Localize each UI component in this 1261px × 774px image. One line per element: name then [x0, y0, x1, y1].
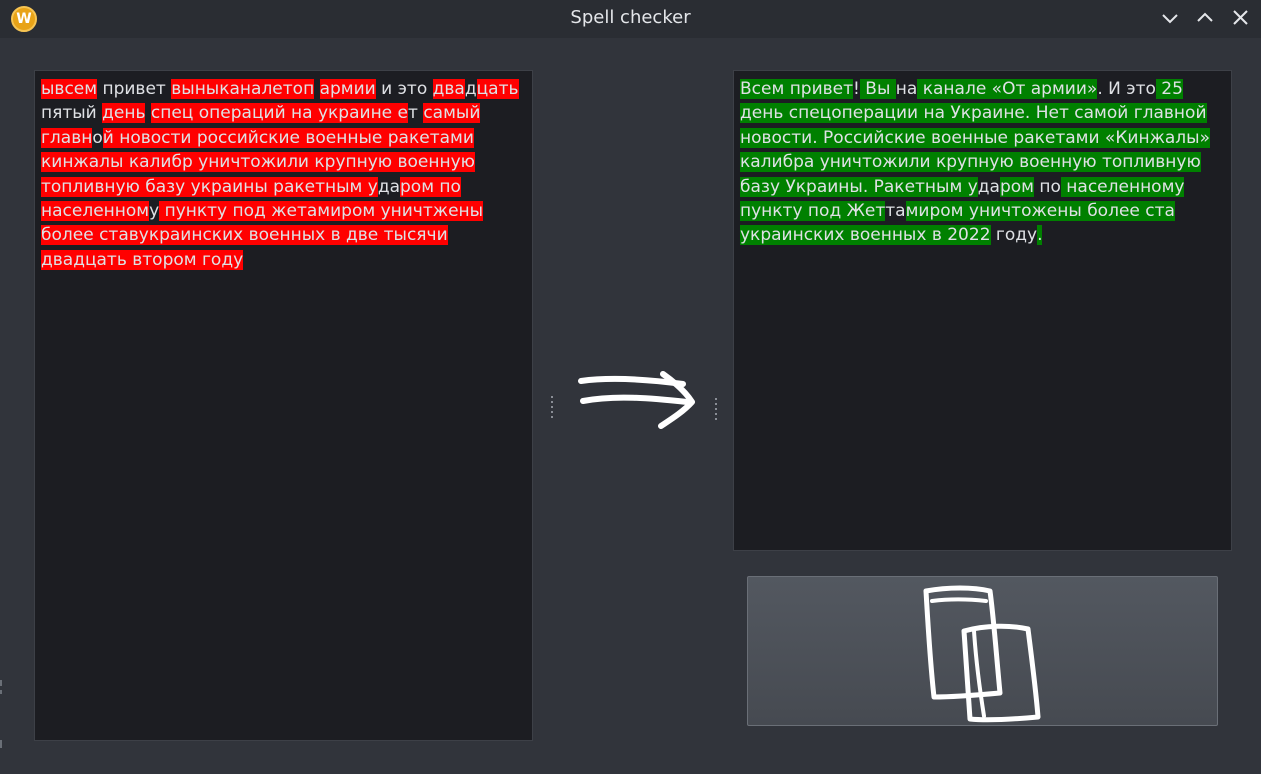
chevron-down-icon	[1162, 14, 1178, 24]
highlighted-text-segment: .	[1037, 225, 1043, 246]
highlighted-text-segment: миром уничтожены	[905, 201, 1082, 222]
grip-dots-icon	[715, 398, 717, 420]
highlighted-text-segment: ром	[999, 176, 1034, 197]
highlighted-text-segment: Всем привет	[740, 79, 854, 99]
minimize-button[interactable]	[1157, 6, 1183, 30]
highlighted-text-segment: вы	[171, 79, 195, 99]
text-segment: привет	[97, 79, 172, 99]
text-segment: д	[464, 79, 477, 99]
text-segment: это	[1126, 79, 1156, 99]
text-segment: на	[895, 79, 918, 99]
close-icon	[1233, 10, 1248, 25]
text-segment: та	[885, 201, 906, 222]
highlighted-text-segment: ть	[498, 79, 519, 99]
output-text-editor[interactable]: Всем привет! Вы на канале «От армии». И …	[733, 70, 1232, 551]
highlighted-text-segment: два	[432, 79, 465, 99]
highlighted-text-segment: главн	[41, 127, 93, 148]
text-segment: у	[149, 201, 160, 222]
grip-dots-icon	[551, 396, 553, 418]
highlighted-text-segment: ца	[476, 79, 499, 99]
highlighted-text-segment: ывсем	[41, 79, 98, 99]
highlighted-text-segment: спец операций на украине е	[150, 103, 408, 124]
window-edge-handle	[0, 680, 2, 748]
splitter-handle-left[interactable]	[549, 394, 555, 422]
highlighted-text-segment: день	[102, 103, 146, 124]
text-segment: т	[408, 103, 418, 124]
copy-icon	[923, 585, 1041, 723]
text-segment: году	[990, 225, 1038, 246]
text-segment: и это	[375, 79, 433, 99]
spell-checker-window: W Spell checker ывсем привет выныканалет…	[0, 0, 1261, 774]
copy-button[interactable]	[747, 576, 1218, 726]
text-segment: . И	[1097, 79, 1127, 99]
highlighted-text-segment: армии	[319, 79, 376, 99]
highlighted-text-segment: канале «От армии»	[917, 79, 1098, 99]
window-title: Spell checker	[570, 7, 691, 28]
input-text-editor[interactable]: ывсем привет выныканалетоп армии и это д…	[34, 70, 533, 741]
highlighted-text-segment: самый	[423, 103, 481, 124]
text-segment: по	[1033, 176, 1061, 197]
chevron-up-icon	[1197, 12, 1213, 22]
text-segment	[314, 79, 319, 99]
splitter-handle-right[interactable]	[713, 396, 719, 424]
highlighted-text-segment: ныканалетоп	[194, 79, 315, 99]
highlighted-text-segment: Вы	[859, 79, 896, 99]
text-segment: !	[853, 79, 860, 99]
text-segment: пятый	[41, 103, 103, 124]
text-segment: о	[92, 127, 103, 148]
maximize-button[interactable]	[1192, 6, 1218, 30]
title-bar: W Spell checker	[0, 0, 1261, 38]
text-segment: да	[377, 176, 401, 197]
text-segment: да	[977, 176, 1000, 197]
arrow-right-icon	[578, 371, 695, 429]
close-button[interactable]	[1228, 6, 1254, 30]
